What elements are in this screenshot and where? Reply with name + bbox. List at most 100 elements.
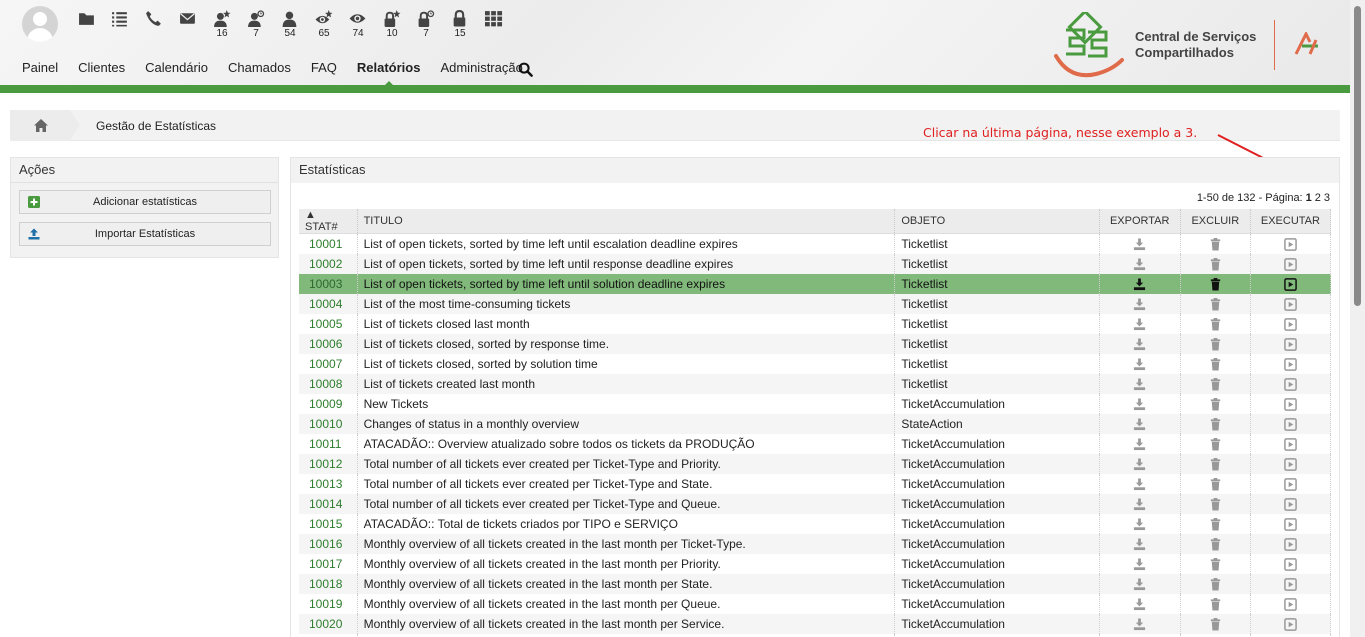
run-button[interactable] [1250,453,1332,474]
table-row[interactable]: 10005 List of tickets closed last month Ti… [299,313,1332,334]
column-header-executar[interactable]: EXECUTAR [1250,209,1332,234]
delete-button[interactable] [1180,233,1251,254]
nav-item-administracao[interactable]: Administração [440,60,522,75]
delete-button[interactable] [1180,513,1251,534]
stat-id[interactable]: 10010 [299,413,358,434]
delete-button[interactable] [1180,313,1251,334]
user-clock-icon[interactable]: 7 [242,10,270,39]
stat-id[interactable]: 10009 [299,393,358,414]
stat-id[interactable]: 10018 [299,573,358,594]
export-button[interactable] [1099,273,1181,294]
stat-id[interactable]: 10003 [299,273,358,294]
eye-icon[interactable]: 74 [344,10,372,39]
export-button[interactable] [1099,313,1181,334]
delete-button[interactable] [1180,533,1251,554]
nav-item-chamados[interactable]: Chamados [228,60,291,75]
run-button[interactable] [1250,393,1332,414]
run-button[interactable] [1250,473,1332,494]
nav-item-calendario[interactable]: Calendário [145,60,208,75]
delete-button[interactable] [1180,473,1251,494]
stat-id[interactable]: 10021 [299,633,358,637]
lock-clock-icon[interactable]: 7 [412,10,440,39]
user-icon[interactable]: 54 [276,10,304,39]
stat-id[interactable]: 10011 [299,433,358,454]
column-header-titulo[interactable]: TITULO [357,209,896,234]
run-button[interactable] [1250,513,1332,534]
stat-id[interactable]: 10005 [299,313,358,334]
table-row[interactable]: 10018 Monthly overview of all tickets cre… [299,573,1332,594]
stat-id[interactable]: 10020 [299,613,358,634]
run-button[interactable] [1250,273,1332,294]
run-button[interactable] [1250,613,1332,634]
table-row[interactable]: 10011 ATACADÃO:: Overview atualizado sobr… [299,433,1332,454]
table-row[interactable]: 10012 Total number of all tickets ever cr… [299,453,1332,474]
export-button[interactable] [1099,433,1181,454]
stat-id[interactable]: 10008 [299,373,358,394]
table-row[interactable]: 10008 List of tickets created last month T… [299,373,1332,394]
delete-button[interactable] [1180,553,1251,574]
page-link-3[interactable]: 3 [1324,192,1330,204]
export-button[interactable] [1099,613,1181,634]
delete-button[interactable] [1180,433,1251,454]
add-statistics-button[interactable]: Adicionar estatísticas [19,190,271,214]
table-row[interactable]: 10007 List of tickets closed, sorted by s… [299,353,1332,374]
stat-id[interactable]: 10004 [299,293,358,314]
delete-button[interactable] [1180,633,1251,637]
run-button[interactable] [1250,593,1332,614]
export-button[interactable] [1099,293,1181,314]
envelope-icon[interactable] [174,10,202,27]
page-link-1[interactable]: 1 [1306,192,1312,204]
scrollbar-thumb[interactable] [1354,6,1361,306]
export-button[interactable] [1099,453,1181,474]
stat-id[interactable]: 10015 [299,513,358,534]
stat-id[interactable]: 10016 [299,533,358,554]
run-button[interactable] [1250,233,1332,254]
run-button[interactable] [1250,353,1332,374]
export-button[interactable] [1099,633,1181,637]
delete-button[interactable] [1180,393,1251,414]
delete-button[interactable] [1180,453,1251,474]
run-button[interactable] [1250,533,1332,554]
export-button[interactable] [1099,493,1181,514]
delete-button[interactable] [1180,413,1251,434]
table-row[interactable]: 10019 Monthly overview of all tickets cre… [299,593,1332,614]
run-button[interactable] [1250,313,1332,334]
folder-icon[interactable] [73,10,101,27]
table-row[interactable]: 10014 Total number of all tickets ever cr… [299,493,1332,514]
stat-id[interactable]: 10014 [299,493,358,514]
table-row[interactable]: 10003 List of open tickets, sorted by tim… [299,273,1332,294]
nav-item-relatorios[interactable]: Relatórios [357,60,420,87]
column-header-objeto[interactable]: OBJETO [894,209,1100,234]
export-button[interactable] [1099,333,1181,354]
delete-button[interactable] [1180,493,1251,514]
export-button[interactable] [1099,393,1181,414]
breadcrumb-home[interactable] [10,110,80,141]
avatar[interactable] [22,6,58,42]
nav-item-painel[interactable]: Painel [22,60,58,75]
export-button[interactable] [1099,253,1181,274]
table-row[interactable]: 10002 List of open tickets, sorted by tim… [299,253,1332,274]
run-button[interactable] [1250,293,1332,314]
export-button[interactable] [1099,513,1181,534]
stat-id[interactable]: 10012 [299,453,358,474]
phone-icon[interactable] [140,10,168,27]
export-button[interactable] [1099,353,1181,374]
export-button[interactable] [1099,373,1181,394]
delete-button[interactable] [1180,373,1251,394]
run-button[interactable] [1250,633,1332,637]
lock-icon[interactable]: 15 [446,10,474,39]
delete-button[interactable] [1180,293,1251,314]
table-row[interactable]: 10010 Changes of status in a monthly over… [299,413,1332,434]
stat-id[interactable]: 10019 [299,593,358,614]
run-button[interactable] [1250,573,1332,594]
delete-button[interactable] [1180,333,1251,354]
lock-star-icon[interactable]: 10 [378,10,406,39]
search-icon[interactable] [518,62,533,80]
run-button[interactable] [1250,433,1332,454]
stat-id[interactable]: 10006 [299,333,358,354]
import-statistics-button[interactable]: Importar Estatísticas [19,222,271,246]
nav-item-clientes[interactable]: Clientes [78,60,125,75]
stat-id[interactable]: 10007 [299,353,358,374]
table-row[interactable]: 10020 Monthly overview of all tickets cre… [299,613,1332,634]
export-button[interactable] [1099,573,1181,594]
